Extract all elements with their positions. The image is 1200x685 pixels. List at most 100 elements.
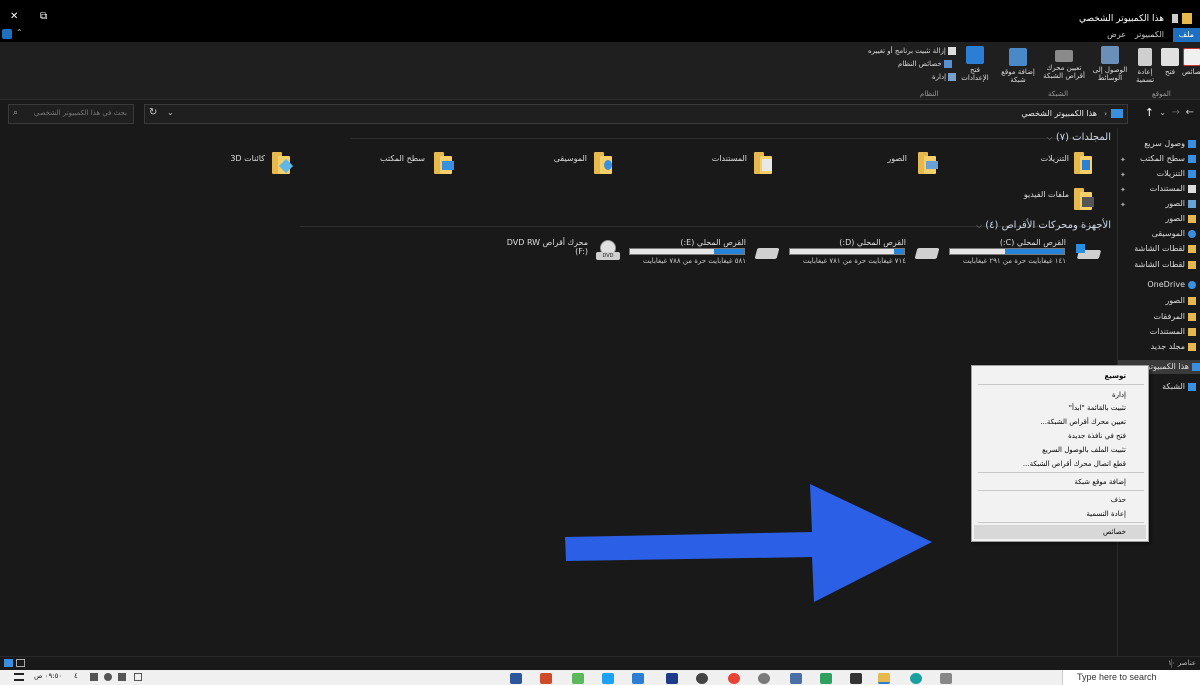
nav-new-folder[interactable]: مجلد جديد: [1151, 340, 1196, 354]
folder-downloads[interactable]: [1068, 150, 1108, 180]
drive-f-dvd[interactable]: DVD محرك أقراص DVD RW (F:): [500, 236, 626, 266]
drive-e[interactable]: القرص المحلي (E:) ٥٨١ غيغابايت حرة من ٧٨…: [626, 236, 786, 266]
briefcase-app-icon[interactable]: [850, 673, 862, 684]
edge-app-icon[interactable]: [910, 673, 922, 684]
folder-pictures[interactable]: [912, 150, 952, 180]
menu-item-add-network-location[interactable]: إضافة موقع شبكة: [1074, 476, 1126, 488]
nav-onedrive-documents[interactable]: المستندات: [1150, 325, 1196, 339]
nav-pictures[interactable]: الصور: [1165, 197, 1196, 211]
pin-icon[interactable]: ✦: [1120, 156, 1126, 164]
menu-item-expand[interactable]: توسيع: [1104, 370, 1126, 382]
menu-item-open-new-window[interactable]: فتح في نافذة جديدة: [1068, 430, 1126, 442]
store-app-icon[interactable]: [632, 673, 644, 684]
nav-network[interactable]: الشبكة: [1162, 380, 1196, 394]
devices-section-header[interactable]: الأجهزة ومحركات الأقراص (٤) ⌵: [976, 220, 1111, 231]
search-input[interactable]: بحث في هذا الكمبيوتر الشخصي: [34, 109, 127, 117]
tab-view[interactable]: عرض: [1101, 28, 1132, 42]
tab-file[interactable]: ملف: [1172, 28, 1200, 42]
quick-access-toolbar-icon[interactable]: [1172, 14, 1178, 23]
nav-onedrive[interactable]: OneDrive: [1147, 278, 1196, 292]
menu-item-properties[interactable]: خصائص: [1103, 526, 1126, 538]
details-view-icon[interactable]: [4, 659, 13, 667]
clock-time[interactable]: ٠٩:٥٠ ص: [34, 672, 62, 680]
help-icon[interactable]: [2, 29, 12, 39]
collapse-ribbon-icon[interactable]: ⌃: [16, 28, 23, 37]
nav-screenshots-2[interactable]: لقطات الشاشة: [1134, 258, 1196, 272]
brave-browser-icon[interactable]: [540, 673, 552, 684]
system-properties-item[interactable]: خصائص النظام: [898, 59, 952, 69]
nav-attachments[interactable]: المرفقات: [1153, 310, 1196, 324]
menu-item-delete[interactable]: حذف: [1111, 494, 1126, 506]
address-dropdown-icon[interactable]: ⌄: [167, 108, 174, 117]
taskbar-search-input[interactable]: Type here to search: [1077, 672, 1157, 682]
taskbar-search-box[interactable]: Type here to search: [1062, 670, 1200, 685]
file-explorer-app-icon[interactable]: [878, 673, 890, 684]
menu-item-disconnect-drive[interactable]: قطع اتصال محرك أقراص الشبكة...: [1023, 458, 1126, 470]
pin-icon[interactable]: ✦: [1120, 201, 1126, 209]
nav-desktop[interactable]: سطح المكتب: [1140, 152, 1196, 166]
address-field[interactable]: › هذا الكمبيوتر الشخصي ⌄ ↻: [144, 104, 1128, 124]
menu-item-map-drive[interactable]: تعيين محرك أقراص الشبكة...: [1040, 416, 1126, 428]
folders-section-header[interactable]: المجلدات (٧) ⌵: [1047, 132, 1111, 143]
access-media-button[interactable]: الوصول إلى الوسائط: [1092, 46, 1128, 82]
network-tray-icon[interactable]: [118, 673, 126, 681]
keyboard-icon[interactable]: [90, 673, 98, 681]
map-network-drive-button[interactable]: تعيين محرك أقراص الشبكة: [1040, 50, 1088, 80]
mail-app-icon[interactable]: [790, 673, 802, 684]
search-field[interactable]: بحث في هذا الكمبيوتر الشخصي ⌕: [8, 104, 134, 124]
folder-music[interactable]: [588, 150, 628, 180]
recent-dropdown-icon[interactable]: ⌄: [1159, 108, 1166, 117]
open-button[interactable]: فتح: [1160, 48, 1180, 76]
nav-onedrive-pictures[interactable]: الصور: [1165, 294, 1196, 308]
manage-item[interactable]: إدارة: [932, 72, 957, 82]
breadcrumb[interactable]: هذا الكمبيوتر الشخصي: [1021, 109, 1097, 118]
green-app-icon[interactable]: [820, 673, 832, 684]
nav-documents[interactable]: المستندات: [1150, 182, 1196, 196]
word-app-icon[interactable]: [510, 673, 522, 684]
chrome-app-icon[interactable]: [728, 673, 740, 684]
nav-downloads[interactable]: التنزيلات: [1157, 167, 1196, 181]
add-network-location-button[interactable]: إضافة موقع شبكة: [1000, 48, 1036, 84]
restore-button[interactable]: ⧉: [40, 11, 47, 22]
nav-screenshots[interactable]: لقطات الشاشة: [1134, 242, 1196, 256]
drive-c[interactable]: القرص المحلي (C:) ١٤١ غيغابايت حرة من ٢٩…: [946, 236, 1106, 266]
large-icons-view-icon[interactable]: [16, 659, 25, 667]
folder-label-3d-objects: كائنات 3D: [230, 154, 265, 163]
forward-arrow-icon[interactable]: →: [1172, 107, 1180, 118]
circle-app-icon[interactable]: [696, 673, 708, 684]
action-center-icon[interactable]: [14, 673, 24, 681]
menu-item-pin-quick-access[interactable]: تثبيت الملف بالوصول السريع: [1042, 444, 1126, 456]
menu-item-rename[interactable]: إعادة التسمية: [1086, 508, 1126, 520]
folder-desktop[interactable]: [428, 150, 468, 180]
up-arrow-icon[interactable]: ↑: [1145, 106, 1154, 119]
refresh-icon[interactable]: ↻: [149, 107, 157, 118]
rename-button[interactable]: إعادة تسمية: [1131, 48, 1159, 84]
menu-item-pin-start[interactable]: تثبيت بالقائمة "ابدأ": [1069, 402, 1126, 414]
open-settings-button[interactable]: فتح الإعدادات: [960, 46, 990, 82]
battery-icon[interactable]: [134, 673, 142, 681]
back-arrow-icon[interactable]: ←: [1186, 107, 1194, 118]
plus-app-icon[interactable]: [666, 673, 678, 684]
volume-icon[interactable]: [104, 673, 112, 681]
close-button[interactable]: ✕: [10, 11, 18, 22]
uninstall-program-item[interactable]: إزالة تثبيت برنامج أو تغييره: [868, 46, 956, 56]
drive-d[interactable]: القرص المحلي (D:) ٧١٤ غيغابايت حرة من ٧٨…: [786, 236, 946, 266]
nav-music[interactable]: الموسيقى: [1152, 227, 1196, 241]
tab-computer[interactable]: الكمبيوتر: [1129, 28, 1170, 42]
search-app-icon[interactable]: [758, 673, 770, 684]
settings-app-icon[interactable]: [572, 673, 584, 684]
folder-documents[interactable]: [748, 150, 788, 180]
twitter-app-icon[interactable]: [602, 673, 614, 684]
folder-3d-objects[interactable]: [266, 150, 306, 180]
nav-pictures-2[interactable]: الصور: [1165, 212, 1196, 226]
properties-button[interactable]: خصائص: [1182, 48, 1200, 76]
pin-icon[interactable]: ✦: [1120, 186, 1126, 194]
pin-icon[interactable]: ✦: [1120, 171, 1126, 179]
nav-quick-access[interactable]: وصول سريع: [1144, 137, 1196, 151]
location-group-label: الموقع: [1152, 90, 1171, 98]
search-icon[interactable]: ⌕: [13, 108, 18, 118]
menu-item-manage[interactable]: إدارة: [1112, 389, 1126, 401]
folder-videos[interactable]: [1068, 186, 1108, 216]
clock-date[interactable]: ٤: [74, 672, 78, 680]
task-view-icon[interactable]: [940, 673, 952, 684]
